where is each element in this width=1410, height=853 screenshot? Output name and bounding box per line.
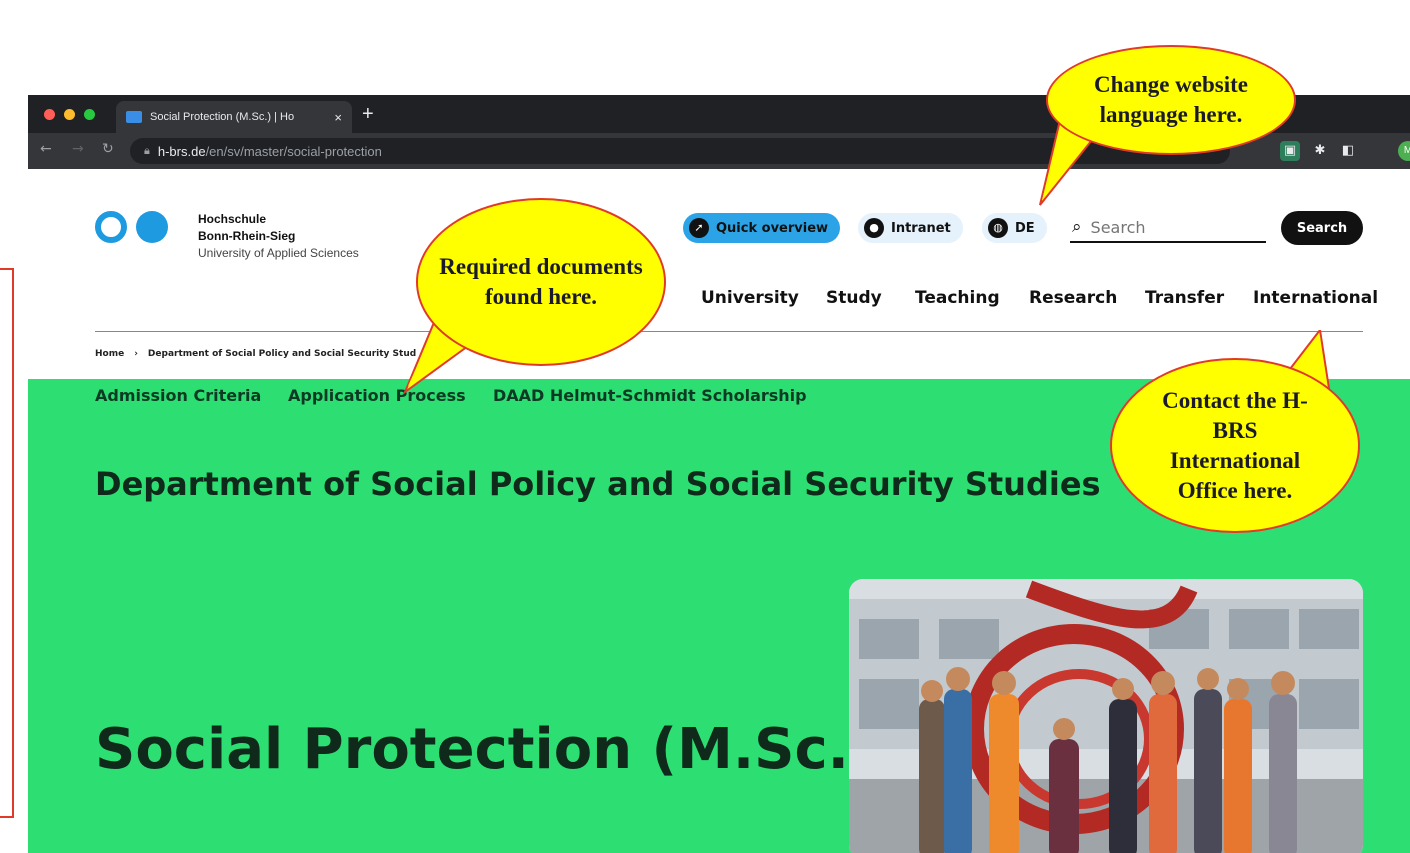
tab-close-icon[interactable]: × (334, 110, 342, 125)
side-panel-icon[interactable]: ◧ (1338, 141, 1358, 161)
logo-ring-icon[interactable] (95, 211, 127, 243)
callout-international-office: Contact the H-BRS International Office h… (1110, 358, 1360, 533)
language-switch-button[interactable]: ◍ DE (982, 213, 1047, 243)
search-input[interactable] (1090, 217, 1251, 237)
breadcrumb-home[interactable]: Home (95, 349, 124, 359)
search-button[interactable]: Search (1281, 211, 1363, 245)
quick-overview-label: Quick overview (716, 220, 829, 236)
intranet-label: Intranet (891, 220, 951, 236)
favicon-icon (126, 111, 142, 123)
students-photo (849, 579, 1363, 853)
extensions-puzzle-icon[interactable]: ✱ (1310, 141, 1330, 161)
new-tab-button[interactable]: + (362, 103, 374, 126)
tab-title: Social Protection (M.Sc.) | Ho (150, 111, 295, 123)
nav-international[interactable]: International (1253, 288, 1378, 308)
forward-arrow-icon[interactable]: → (72, 141, 84, 157)
search-field[interactable]: ⌕ (1070, 213, 1266, 243)
language-label: DE (1015, 220, 1035, 236)
annotation-frame-left (0, 268, 14, 818)
callout-international-office-text: Contact the H-BRS International Office h… (1162, 387, 1308, 503)
department-title: Department of Social Policy and Social S… (95, 465, 1101, 503)
extension-icon[interactable]: ▣ (1280, 141, 1300, 161)
header-divider (95, 331, 1363, 332)
search-icon: ⌕ (1072, 217, 1082, 237)
reload-icon[interactable]: ↻ (102, 141, 114, 157)
url-path: /en/sv/master/social-protection (205, 143, 382, 159)
nav-university[interactable]: University (701, 288, 799, 308)
callout-change-language: Change website language here. (1046, 45, 1296, 155)
window-zoom-dot[interactable] (84, 109, 95, 120)
university-logo-text[interactable]: Hochschule Bonn-Rhein-Sieg University of… (198, 211, 359, 262)
logo-line-1: Hochschule (198, 212, 267, 226)
user-icon: ● (864, 218, 884, 238)
compass-icon: ➚ (689, 218, 709, 238)
window-minimize-dot[interactable] (64, 109, 75, 120)
subnav-admission-criteria[interactable]: Admission Criteria (95, 386, 261, 405)
nav-transfer[interactable]: Transfer (1145, 288, 1224, 308)
breadcrumb-separator: › (134, 349, 138, 359)
breadcrumb-current[interactable]: Department of Social Policy and Social S… (148, 349, 416, 359)
logo-dot-icon[interactable] (136, 211, 168, 243)
window-close-dot[interactable] (44, 109, 55, 120)
globe-icon: ◍ (988, 218, 1008, 238)
callout-change-language-text: Change website language here. (1094, 72, 1248, 127)
quick-overview-button[interactable]: ➚ Quick overview (683, 213, 841, 243)
lock-icon: 🔒︎ (144, 144, 150, 157)
nav-teaching[interactable]: Teaching (915, 288, 1000, 308)
program-title: Social Protection (M.Sc.) (95, 717, 875, 782)
breadcrumb: Home › Department of Social Policy and Soc… (95, 349, 416, 359)
students-photo-graphic (849, 579, 1363, 853)
callout-required-documents-text: Required documents found here. (439, 254, 643, 309)
nav-research[interactable]: Research (1029, 288, 1117, 308)
intranet-button[interactable]: ● Intranet (858, 213, 963, 243)
browser-tab[interactable]: Social Protection (M.Sc.) | Ho × (116, 101, 352, 133)
logo-line-3: University of Applied Sciences (198, 246, 359, 260)
url-host: h-brs.de (157, 143, 206, 159)
callout-required-documents: Required documents found here. (416, 198, 666, 366)
profile-avatar[interactable]: M (1398, 141, 1410, 161)
back-arrow-icon[interactable]: ← (40, 141, 52, 157)
subnav-daad-scholarship[interactable]: DAAD Helmut-Schmidt Scholarship (493, 386, 807, 405)
nav-study[interactable]: Study (826, 288, 882, 308)
logo-line-2: Bonn-Rhein-Sieg (198, 229, 296, 243)
